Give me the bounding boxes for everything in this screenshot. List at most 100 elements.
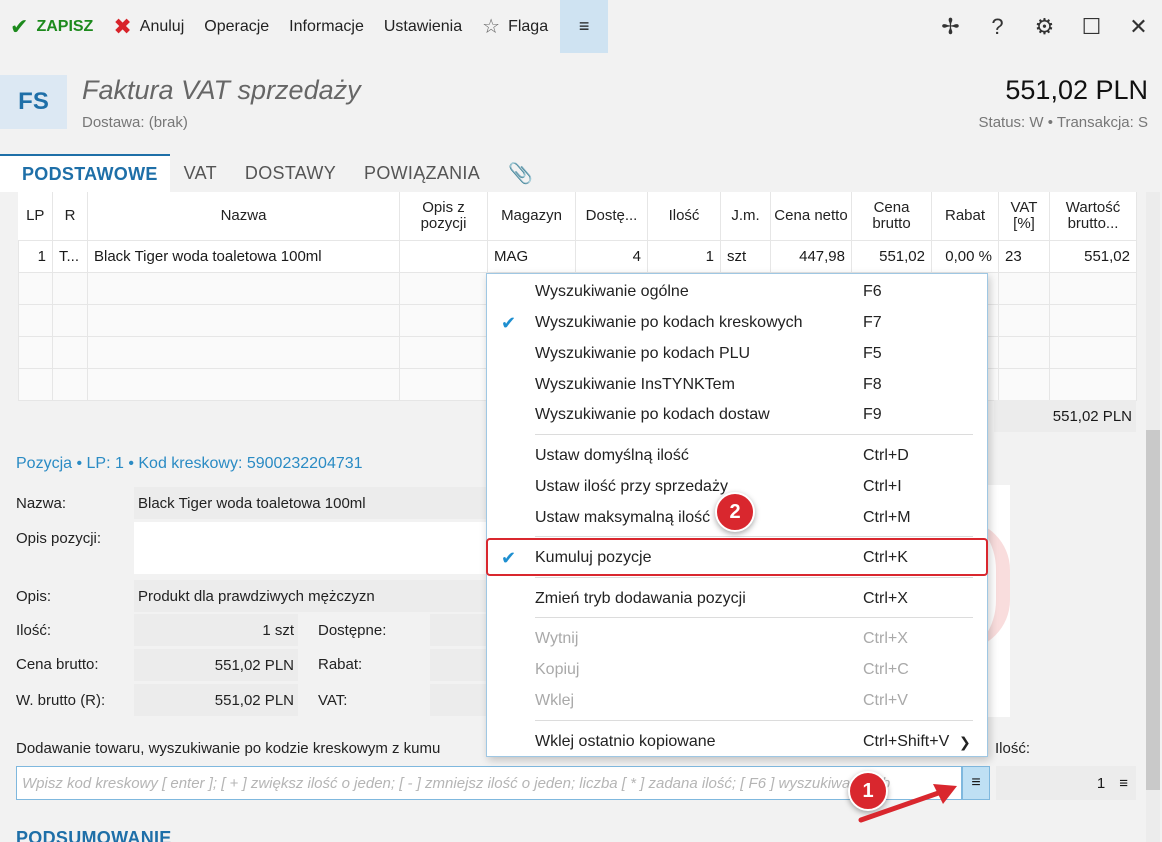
gross-field[interactable]: 551,02 PLN <box>134 649 298 681</box>
document-type-badge: FS <box>0 75 67 129</box>
page-title: Faktura VAT sprzedaży <box>82 75 361 105</box>
column-header[interactable]: Cena brutto <box>851 192 932 240</box>
vat-label: VAT: <box>318 692 348 709</box>
cell-value[interactable]: 551,02 <box>1049 239 1137 273</box>
menu-item-paste[interactable]: Wklej Ctrl+V <box>487 686 987 716</box>
menu-separator <box>535 536 973 537</box>
column-header[interactable]: Nazwa <box>87 192 400 240</box>
column-header[interactable]: Magazyn <box>487 192 576 240</box>
desc-label: Opis pozycji: <box>16 530 102 547</box>
column-header[interactable]: Wartość brutto... <box>1049 192 1137 240</box>
check-icon: ✔ <box>501 312 517 333</box>
flag-button[interactable]: ☆ Flaga <box>472 0 558 53</box>
barcode-input[interactable]: Wpisz kod kreskowy [ enter ]; [ + ] zwię… <box>16 766 962 800</box>
add-qty-label: Ilość: <box>995 740 1031 757</box>
menu-item-delivery-code-search[interactable]: Wyszukiwanie po kodach dostaw F9 <box>487 400 987 430</box>
name-label: Nazwa: <box>16 495 67 512</box>
scrollbar-thumb[interactable] <box>1146 430 1160 790</box>
add-qty-field[interactable]: 1 ≡ <box>996 766 1136 800</box>
table-row[interactable]: 1 T... Black Tiger woda toaletowa 100ml … <box>18 239 1137 273</box>
menu-item-cut[interactable]: Wytnij Ctrl+X <box>487 624 987 654</box>
qty-label: Ilość: <box>16 622 52 639</box>
desc-field[interactable] <box>134 522 488 574</box>
column-header[interactable]: R <box>52 192 88 240</box>
cell-desc[interactable] <box>399 239 488 273</box>
column-header[interactable]: VAT [%] <box>998 192 1050 240</box>
gross-label: Cena brutto: <box>16 656 99 673</box>
opis-field[interactable]: Produkt dla prawdziwych mężczyzn <box>134 580 488 612</box>
discount-field[interactable] <box>430 649 488 681</box>
tab-dostawy[interactable]: DOSTAWY <box>231 154 350 192</box>
column-header[interactable]: Cena netto <box>770 192 852 240</box>
close-icon: ✖ <box>113 13 132 39</box>
delivery-info: Dostawa: (brak) <box>82 114 188 131</box>
help-icon[interactable]: ? <box>974 14 1021 40</box>
cell-qty[interactable]: 1 <box>647 239 721 273</box>
discount-label: Rabat: <box>318 656 363 673</box>
menu-icon: ≡ <box>971 774 981 791</box>
column-header[interactable]: J.m. <box>720 192 771 240</box>
menu-item-instynkt-search[interactable]: Wyszukiwanie InsTYNKTem F8 <box>487 370 987 400</box>
column-header[interactable]: Dostę... <box>575 192 648 240</box>
callout-badge-2: 2 <box>715 492 755 532</box>
attachment-icon[interactable]: 📎 <box>494 154 547 192</box>
barcode-menu-button[interactable]: ≡ <box>962 766 990 800</box>
wgross-field[interactable]: 551,02 PLN <box>134 684 298 716</box>
chevron-right-icon: ❯ <box>959 733 971 750</box>
summary-section-title: PODSUMOWANIE <box>16 828 172 842</box>
cell-unit[interactable]: szt <box>720 239 771 273</box>
star-icon: ☆ <box>482 16 501 38</box>
column-header[interactable]: LP <box>18 192 53 240</box>
cell-discount[interactable]: 0,00 % <box>931 239 999 273</box>
menu-separator <box>535 434 973 435</box>
maximize-icon[interactable]: ☐ <box>1068 14 1115 40</box>
add-item-label: Dodawanie towaru, wyszukiwanie po kodzie… <box>16 740 441 757</box>
document-amount: 551,02 PLN <box>1005 75 1148 105</box>
cell-net[interactable]: 447,98 <box>770 239 852 273</box>
menu-separator <box>535 720 973 721</box>
menu-item-change-add-mode[interactable]: Zmień tryb dodawania pozycji Ctrl+X <box>487 584 987 614</box>
menu-icon[interactable]: ≡ <box>1119 775 1128 792</box>
save-button[interactable]: ✔ ZAPISZ <box>0 0 103 53</box>
cell-lp[interactable]: 1 <box>18 239 53 273</box>
menu-item-general-search[interactable]: Wyszukiwanie ogólne F6 <box>487 277 987 307</box>
cancel-button[interactable]: ✖ Anuluj <box>103 0 194 53</box>
status-info: Status: W • Transakcja: S <box>978 114 1148 131</box>
grid-total: 551,02 PLN <box>994 400 1136 432</box>
gear-icon[interactable]: ⚙ <box>1021 14 1068 40</box>
column-header[interactable]: Ilość <box>647 192 721 240</box>
qty-field[interactable]: 1 szt <box>134 614 298 646</box>
menu-separator <box>535 577 973 578</box>
tab-vat[interactable]: VAT <box>170 154 231 192</box>
menu-item-copy[interactable]: Kopiuj Ctrl+C <box>487 655 987 685</box>
cell-r[interactable]: T... <box>52 239 88 273</box>
cell-warehouse[interactable]: MAG <box>487 239 576 273</box>
cell-gross[interactable]: 551,02 <box>851 239 932 273</box>
column-header[interactable]: Rabat <box>931 192 999 240</box>
cell-name[interactable]: Black Tiger woda toaletowa 100ml <box>87 239 400 273</box>
menu-item-plu-search[interactable]: Wyszukiwanie po kodach PLU F5 <box>487 339 987 369</box>
settings-menu[interactable]: Ustawienia <box>374 0 472 53</box>
callout-arrow <box>858 784 957 823</box>
opis-label: Opis: <box>16 588 52 605</box>
cell-available[interactable]: 4 <box>575 239 648 273</box>
column-header[interactable]: Opis z pozycji <box>399 192 488 240</box>
highlight-box <box>486 538 988 576</box>
tab-podstawowe[interactable]: PODSTAWOWE <box>0 154 170 192</box>
name-field[interactable]: Black Tiger woda toaletowa 100ml <box>134 487 488 519</box>
tab-bar: PODSTAWOWE VAT DOSTAWY POWIĄZANIA 📎 <box>0 153 1162 192</box>
menu-item-default-qty[interactable]: Ustaw domyślną ilość Ctrl+D <box>487 441 987 471</box>
available-field <box>430 614 488 646</box>
add-window-icon[interactable]: ✢ <box>927 14 974 40</box>
close-window-icon[interactable]: ✕ <box>1115 14 1162 40</box>
menu-item-barcode-search[interactable]: ✔ Wyszukiwanie po kodach kreskowych F7 <box>487 308 987 338</box>
information-menu[interactable]: Informacje <box>279 0 374 53</box>
wgross-label: W. brutto (R): <box>16 692 106 709</box>
cell-vat[interactable]: 23 <box>998 239 1050 273</box>
menu-item-paste-recent[interactable]: Wklej ostatnio kopiowane Ctrl+Shift+V ❯ <box>487 727 987 757</box>
operations-menu[interactable]: Operacje <box>194 0 279 53</box>
toolbar-menu-button[interactable]: ≡ <box>560 0 609 53</box>
vat-field[interactable] <box>430 684 488 716</box>
tab-powiazania[interactable]: POWIĄZANIA <box>350 154 494 192</box>
menu-separator <box>535 617 973 618</box>
